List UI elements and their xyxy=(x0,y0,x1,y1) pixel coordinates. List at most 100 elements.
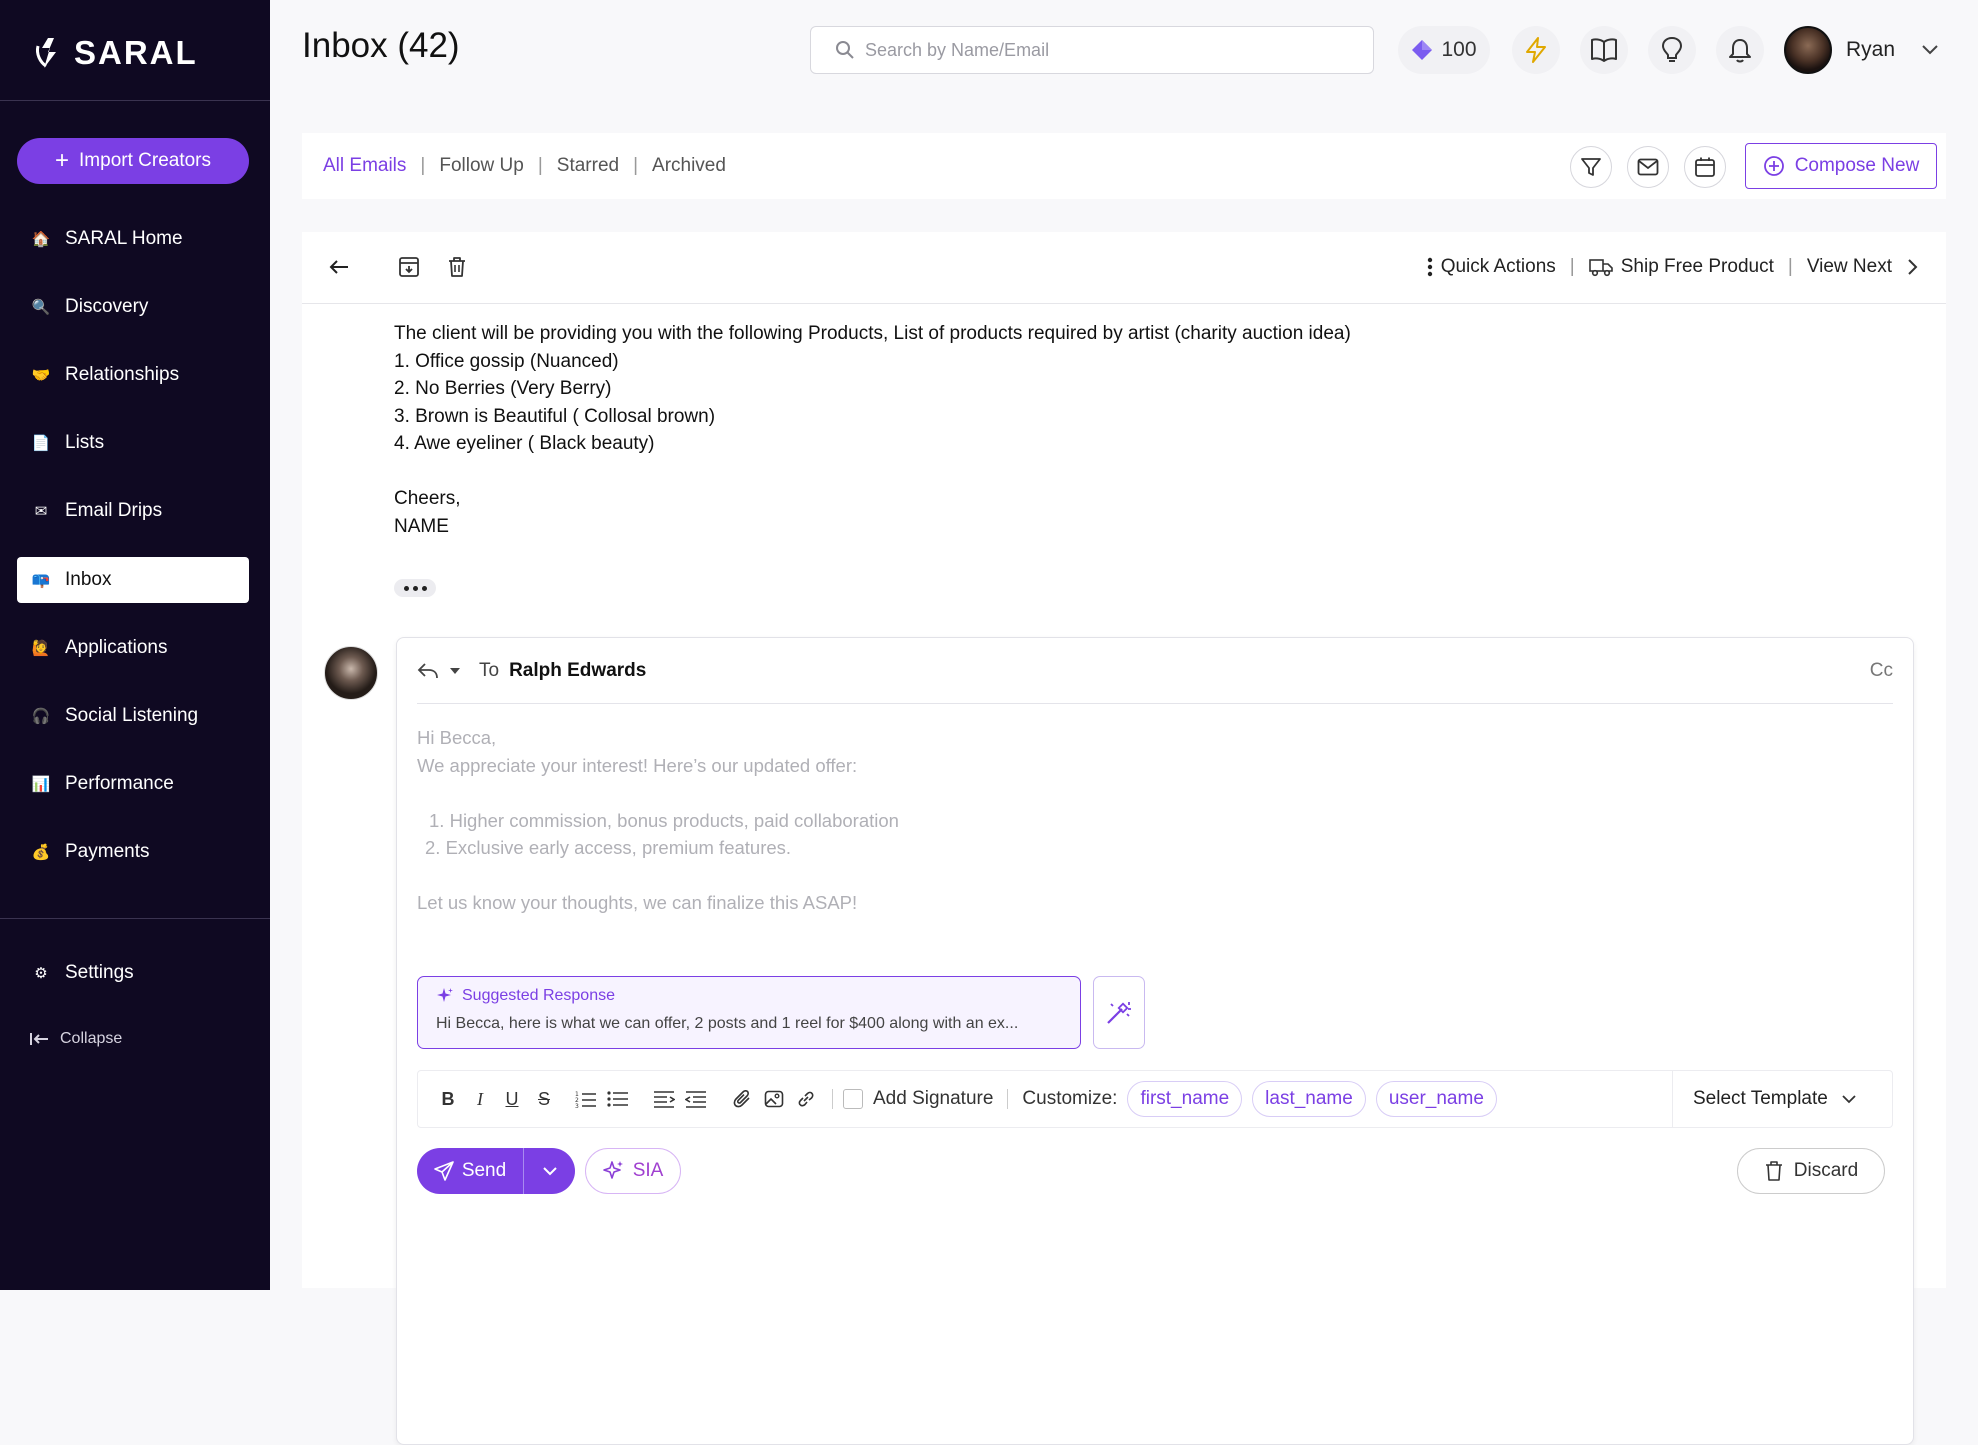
view-next-button[interactable]: View Next xyxy=(1807,256,1918,278)
import-creators-button[interactable]: + Import Creators xyxy=(17,138,249,184)
sidebar-item-label: Performance xyxy=(65,773,174,794)
chevron-right-icon xyxy=(1908,259,1918,275)
caret-down-icon[interactable] xyxy=(449,667,461,675)
image-icon xyxy=(764,1090,784,1108)
quick-actions-button[interactable]: Quick Actions xyxy=(1427,256,1556,278)
insert-image-button[interactable] xyxy=(758,1089,790,1109)
indent-button[interactable] xyxy=(648,1090,680,1108)
select-template-dropdown[interactable]: Select Template xyxy=(1672,1071,1892,1127)
add-signature-checkbox[interactable] xyxy=(843,1089,863,1109)
customize-label: Customize: xyxy=(1022,1088,1118,1109)
discard-button[interactable]: Discard xyxy=(1737,1148,1885,1194)
app-name: SARAL xyxy=(74,34,198,71)
svg-text:3: 3 xyxy=(575,1103,579,1108)
lightning-button[interactable] xyxy=(1512,26,1560,74)
mail-button[interactable] xyxy=(1627,146,1669,188)
reply-body-editor[interactable]: Hi Becca, We appreciate your interest! H… xyxy=(417,724,899,917)
book-icon xyxy=(1591,38,1617,62)
outdent-icon xyxy=(685,1091,706,1108)
raised-hand-icon: 🙋 xyxy=(31,640,51,657)
draft-list-item-text: Higher commission, bonus products, paid … xyxy=(449,809,899,831)
sia-button[interactable]: SIA xyxy=(585,1148,681,1194)
delete-button[interactable] xyxy=(446,256,468,283)
sidebar-item-label: Discovery xyxy=(65,296,149,317)
strikethrough-button[interactable]: S xyxy=(528,1089,560,1110)
numbered-list-button[interactable]: 123 xyxy=(570,1090,602,1108)
envelope-icon xyxy=(1637,158,1659,176)
search-input[interactable]: Search by Name/Email xyxy=(810,26,1374,74)
tab-all-emails[interactable]: All Emails xyxy=(323,155,406,177)
tab-starred[interactable]: Starred xyxy=(557,155,619,177)
add-signature-label[interactable]: Add Signature xyxy=(873,1088,993,1110)
email-tabs-bar: All Emails | Follow Up | Starred | Archi… xyxy=(302,133,1946,199)
underline-button[interactable]: U xyxy=(496,1089,528,1110)
send-button[interactable]: Send xyxy=(417,1148,523,1194)
sidebar-item-label: Lists xyxy=(65,432,105,453)
attachment-button[interactable] xyxy=(726,1089,758,1109)
user-menu[interactable]: Ryan xyxy=(1784,26,1939,74)
ship-free-product-button[interactable]: Ship Free Product xyxy=(1588,256,1774,278)
more-vertical-icon xyxy=(1427,257,1432,277)
tab-follow-up[interactable]: Follow Up xyxy=(439,155,523,177)
plus-circle-icon xyxy=(1763,156,1784,176)
bullet-list-button[interactable] xyxy=(602,1090,634,1108)
sidebar-item-inbox[interactable]: 📪 Inbox xyxy=(17,557,249,603)
sidebar-item-payments[interactable]: 💰 Payments xyxy=(17,829,249,875)
sidebar-item-performance[interactable]: 📊 Performance xyxy=(17,761,249,807)
idea-button[interactable] xyxy=(1648,26,1696,74)
home-icon: 🏠 xyxy=(31,231,51,248)
collapse-button[interactable]: Collapse xyxy=(30,1030,122,1048)
quick-actions-label: Quick Actions xyxy=(1440,256,1556,277)
bar-chart-icon: 📊 xyxy=(31,776,51,793)
logo[interactable]: SARAL xyxy=(34,34,198,72)
sidebar-item-label: Inbox xyxy=(65,569,112,590)
magic-wand-icon xyxy=(1107,1001,1131,1024)
dot xyxy=(421,585,427,591)
email-body-line: NAME xyxy=(394,515,449,537)
insert-link-button[interactable] xyxy=(790,1089,822,1109)
sidebar-item-lists[interactable]: 📄 Lists xyxy=(17,420,249,466)
sidebar-item-discovery[interactable]: 🔍 Discovery xyxy=(17,284,249,330)
credits-badge[interactable]: 100 xyxy=(1398,26,1490,74)
tab-archived[interactable]: Archived xyxy=(652,155,726,177)
reply-composer: To Ralph Edwards Cc Hi Becca, We appreci… xyxy=(396,637,1914,1445)
outdent-button[interactable] xyxy=(680,1090,712,1108)
filter-button[interactable] xyxy=(1570,146,1612,188)
email-body-line: 2. No Berries (Very Berry) xyxy=(394,378,612,399)
sidebar-item-email-drips[interactable]: ✉ Email Drips xyxy=(17,488,249,534)
calendar-button[interactable] xyxy=(1684,146,1726,188)
archive-button[interactable] xyxy=(398,256,420,283)
bold-button[interactable]: B xyxy=(432,1089,464,1110)
sidebar-item-saral-home[interactable]: 🏠 SARAL Home xyxy=(17,216,249,262)
compose-new-button[interactable]: Compose New xyxy=(1745,143,1937,189)
draft-intro: We appreciate your interest! Here’s our … xyxy=(417,754,858,776)
sidebar-item-label: Applications xyxy=(65,637,168,658)
page-title: Inbox (42) xyxy=(302,26,460,65)
sidebar-item-applications[interactable]: 🙋 Applications xyxy=(17,625,249,671)
headphones-icon: 🎧 xyxy=(31,708,51,725)
back-button[interactable] xyxy=(328,256,350,283)
magic-rewrite-button[interactable] xyxy=(1093,976,1145,1049)
variable-chip-first-name[interactable]: first_name xyxy=(1127,1081,1243,1117)
reply-icon[interactable] xyxy=(417,662,439,680)
cc-button[interactable]: Cc xyxy=(1870,660,1893,682)
sidebar-item-settings[interactable]: ⚙ Settings xyxy=(17,950,249,996)
show-trimmed-content-button[interactable] xyxy=(394,579,436,597)
send-options-button[interactable] xyxy=(523,1148,575,1194)
suggested-response-header: Suggested Response xyxy=(436,987,1062,1005)
sidebar-item-social-listening[interactable]: 🎧 Social Listening xyxy=(17,693,249,739)
italic-button[interactable]: I xyxy=(464,1089,496,1110)
action-separator: | xyxy=(1787,256,1793,277)
variable-chip-last-name[interactable]: last_name xyxy=(1252,1081,1366,1117)
sidebar-item-relationships[interactable]: 🤝 Relationships xyxy=(17,352,249,398)
suggested-response[interactable]: Suggested Response Hi Becca, here is wha… xyxy=(417,976,1081,1049)
magnifier-icon: 🔍 xyxy=(31,299,51,316)
book-button[interactable] xyxy=(1580,26,1628,74)
email-body: The client will be providing you with th… xyxy=(394,320,1351,540)
variable-chip-user-name[interactable]: user_name xyxy=(1375,1081,1497,1117)
draft-list-item: 1. Higher commission, bonus products, pa… xyxy=(429,809,899,831)
trash-icon xyxy=(449,257,465,277)
gear-icon: ⚙ xyxy=(34,965,48,982)
avatar xyxy=(324,646,378,700)
notifications-button[interactable] xyxy=(1716,26,1764,74)
